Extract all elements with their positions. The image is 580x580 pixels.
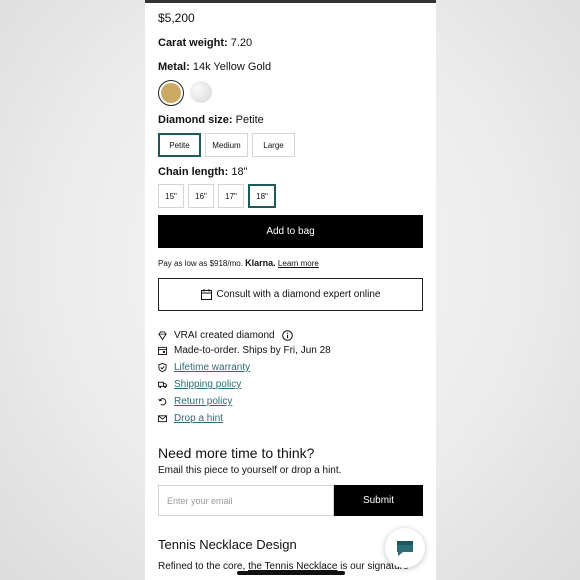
size-option-large[interactable]: Large <box>252 133 295 157</box>
email-section-subtitle: Email this piece to yourself or drop a h… <box>158 465 342 476</box>
drop-a-hint-link[interactable]: Drop a hint <box>174 413 223 424</box>
consult-expert-button[interactable]: Consult with a diamond expert online <box>158 278 423 311</box>
chain-option-17[interactable]: 17" <box>218 184 244 208</box>
chain-length-label: Chain length: <box>158 166 229 178</box>
carat-value: 7.20 <box>230 37 253 49</box>
yellow-gold-swatch <box>161 83 181 103</box>
chain-option-15[interactable]: 15" <box>158 184 184 208</box>
klarna-logo: Klarna. <box>245 258 276 268</box>
info-icon[interactable] <box>281 330 293 341</box>
chat-bubble-icon <box>397 541 413 556</box>
carat-label: Carat weight: <box>158 37 228 49</box>
shipping-policy-link[interactable]: Shipping policy <box>174 379 241 390</box>
feature-shipping-policy: Shipping policy <box>158 379 241 390</box>
truck-icon <box>158 381 167 389</box>
feature-text: VRAI created diamond <box>174 330 275 341</box>
feature-vrai-diamond: VRAI created diamond <box>158 330 293 341</box>
consult-label: Consult with a diamond expert online <box>216 289 381 300</box>
submit-button[interactable]: Submit <box>334 485 423 516</box>
design-text-prefix: Refined to the core, <box>158 561 246 572</box>
product-price: $5,200 <box>158 11 195 25</box>
add-to-bag-button[interactable]: Add to bag <box>158 215 423 248</box>
feature-made-to-order: Made-to-order. Ships by Fri, Jun 28 <box>158 345 331 356</box>
lifetime-warranty-link[interactable]: Lifetime warranty <box>174 362 250 373</box>
size-option-medium[interactable]: Medium <box>205 133 248 157</box>
diamond-size-label: Diamond size: <box>158 114 233 126</box>
feature-lifetime-warranty: Lifetime warranty <box>158 362 250 373</box>
klarna-text: Pay as low as $918/mo. <box>158 259 243 268</box>
klarna-row: Pay as low as $918/mo. Klarna. Learn mor… <box>158 258 319 268</box>
status-bar <box>145 0 436 3</box>
feature-return-policy: Return policy <box>158 396 232 407</box>
design-section-title: Tennis Necklace Design <box>158 537 297 552</box>
calendar-icon <box>158 346 167 355</box>
return-icon <box>158 398 167 406</box>
metal-row: Metal: 14k Yellow Gold <box>158 61 271 73</box>
home-indicator <box>237 571 345 575</box>
klarna-learn-more-link[interactable]: Learn more <box>278 259 319 268</box>
chain-option-18[interactable]: 18" <box>248 184 276 208</box>
swatch-white-gold[interactable] <box>190 81 212 103</box>
calendar-icon <box>200 289 212 300</box>
return-policy-link[interactable]: Return policy <box>174 396 232 407</box>
diamond-icon <box>158 331 167 340</box>
carat-weight-row: Carat weight: 7.20 <box>158 37 252 49</box>
shield-check-icon <box>158 363 167 372</box>
chain-length-row: Chain length: 18" <box>158 166 247 178</box>
chain-option-16[interactable]: 16" <box>188 184 214 208</box>
chain-length-value: 18" <box>231 166 248 178</box>
swatch-yellow-gold[interactable] <box>158 80 184 106</box>
size-option-petite[interactable]: Petite <box>158 133 201 157</box>
envelope-icon <box>158 415 167 423</box>
phone-screen: $5,200 Carat weight: 7.20 Metal: 14k Yel… <box>145 0 436 580</box>
feature-text: Made-to-order. Ships by Fri, Jun 28 <box>174 345 331 356</box>
chat-button[interactable] <box>385 528 425 568</box>
metal-value: 14k Yellow Gold <box>192 61 272 73</box>
email-section-title: Need more time to think? <box>158 445 315 461</box>
diamond-size-row: Diamond size: Petite <box>158 114 264 126</box>
email-input[interactable]: Enter your email <box>158 485 334 516</box>
metal-label: Metal: <box>158 61 190 73</box>
diamond-size-value: Petite <box>235 114 264 126</box>
feature-drop-a-hint: Drop a hint <box>158 413 223 424</box>
